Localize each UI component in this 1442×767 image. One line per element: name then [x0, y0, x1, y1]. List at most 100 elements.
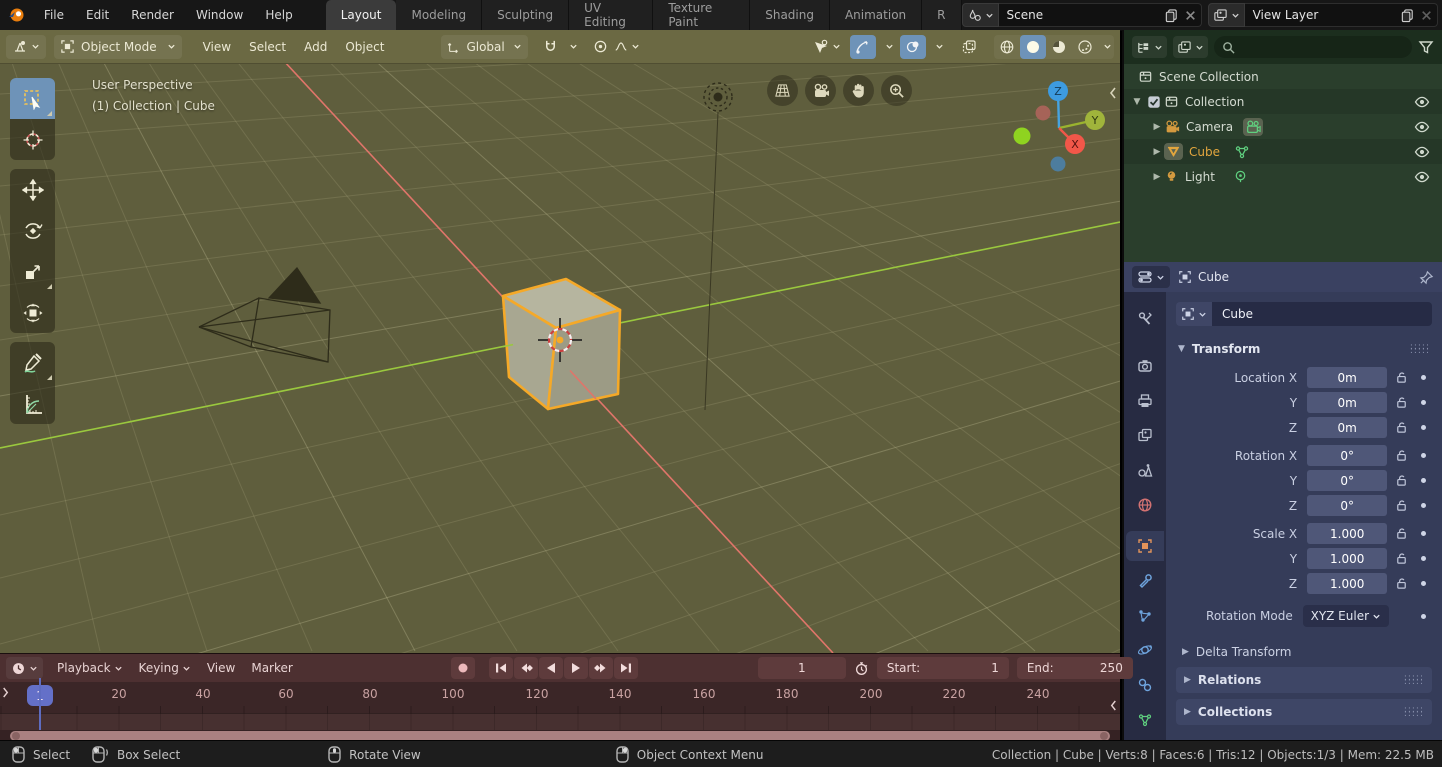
frame-end-field[interactable]: End:250 [1017, 657, 1133, 679]
overlays-settings-dropdown[interactable] [930, 35, 946, 59]
menu-playback[interactable]: Playback [49, 661, 131, 675]
playhead-line[interactable] [39, 678, 41, 730]
tab-constraints[interactable] [1128, 670, 1162, 700]
show-gizmo-toggle[interactable] [850, 35, 876, 59]
prev-keyframe-button[interactable] [514, 657, 538, 679]
xray-toggle[interactable] [956, 35, 982, 59]
gizmo-neg-y-ball[interactable] [1014, 128, 1031, 145]
cube-object[interactable] [503, 279, 620, 409]
location-y-field[interactable]: 0m [1307, 392, 1387, 413]
outliner-row-light[interactable]: ▶ Light [1124, 164, 1442, 189]
id-type-dropdown[interactable] [1176, 302, 1212, 326]
tab-modifiers[interactable] [1128, 566, 1162, 596]
viewport-3d[interactable]: Object Mode View Select Add Object Globa… [0, 30, 1120, 653]
tool-move[interactable] [10, 169, 55, 210]
delta-transform-panel[interactable]: ▶ Delta Transform [1182, 645, 1430, 659]
expand-arrow-icon[interactable]: ▼ [1130, 97, 1144, 107]
animate-dot[interactable] [1416, 614, 1432, 619]
scale-y-field[interactable]: 1.000 [1307, 548, 1387, 569]
view-layer-name-field[interactable]: View Layer [1245, 3, 1438, 27]
tab-tool[interactable] [1128, 304, 1162, 334]
animate-dot[interactable] [1415, 425, 1432, 430]
tab-object[interactable] [1126, 531, 1164, 561]
remove-view-layer-icon[interactable] [1420, 9, 1433, 22]
panel-grip-icon[interactable]: :::::::::: [1410, 345, 1430, 353]
mode-dropdown[interactable]: Object Mode [54, 35, 182, 59]
view-layer-browse-button[interactable] [1208, 3, 1245, 27]
timeline-editor-type-button[interactable] [6, 657, 43, 679]
hide-in-viewport-toggle[interactable] [1414, 169, 1430, 185]
new-scene-icon[interactable] [1164, 8, 1179, 23]
play-reverse-button[interactable] [539, 657, 563, 679]
gizmo-settings-dropdown[interactable] [880, 35, 896, 59]
menu-help[interactable]: Help [254, 0, 303, 30]
play-button[interactable] [564, 657, 588, 679]
camera-view-button[interactable] [805, 75, 836, 106]
rotation-x-field[interactable]: 0° [1307, 445, 1387, 466]
pin-id-button[interactable] [1419, 270, 1434, 285]
tab-world[interactable] [1128, 490, 1162, 520]
outliner-row-cube[interactable]: ▶ Cube [1124, 139, 1442, 164]
expand-arrow-icon[interactable]: ▶ [1150, 147, 1164, 157]
snap-settings-dropdown[interactable] [564, 35, 580, 59]
scale-x-field[interactable]: 1.000 [1307, 523, 1387, 544]
transform-orientation-dropdown[interactable]: Global [441, 35, 527, 59]
animate-dot[interactable] [1415, 531, 1432, 536]
menu-file[interactable]: File [33, 0, 75, 30]
tool-select-box[interactable] [10, 78, 55, 119]
shading-wireframe-button[interactable] [994, 35, 1020, 59]
tab-animation[interactable]: Animation [830, 0, 922, 30]
lock-icon[interactable] [1387, 577, 1415, 590]
animate-dot[interactable] [1415, 400, 1432, 405]
expand-arrow-icon[interactable]: ▶ [1150, 122, 1164, 132]
animate-dot[interactable] [1415, 503, 1432, 508]
outliner-filter-button[interactable] [1418, 39, 1434, 55]
shading-rendered-button[interactable] [1072, 35, 1098, 59]
outliner-row-camera[interactable]: ▶ Camera [1124, 114, 1442, 139]
shading-material-button[interactable] [1046, 35, 1072, 59]
visibility-dropdown[interactable] [808, 35, 846, 59]
tab-layout[interactable]: Layout [326, 0, 397, 30]
tool-annotate[interactable] [10, 342, 55, 383]
show-overlays-toggle[interactable] [900, 35, 926, 59]
transform-panel-header[interactable]: ▼ Transform :::::::::: [1178, 342, 1430, 356]
tool-scale[interactable] [10, 251, 55, 292]
tool-measure[interactable] [10, 383, 55, 424]
menu-object[interactable]: Object [336, 40, 393, 54]
relations-panel-header[interactable]: ▶ Relations :::::::::: [1176, 667, 1432, 693]
tab-render[interactable] [1128, 351, 1162, 381]
camera-data-icon[interactable] [1243, 118, 1263, 136]
timeline-collapse-arrow-right[interactable] [1109, 699, 1118, 712]
menu-view[interactable]: View [194, 40, 240, 54]
tab-rendering[interactable]: R [922, 0, 961, 30]
tab-modeling[interactable]: Modeling [396, 0, 482, 30]
tab-physics[interactable] [1128, 636, 1162, 666]
animate-dot[interactable] [1415, 556, 1432, 561]
menu-render[interactable]: Render [120, 0, 185, 30]
rotation-mode-dropdown[interactable]: XYZ Euler [1303, 605, 1389, 627]
timeline-expand-arrow-left[interactable] [1, 686, 10, 699]
outliner-row-collection[interactable]: ▼ Collection [1124, 89, 1442, 114]
tab-view-layer[interactable] [1128, 420, 1162, 450]
snap-toggle[interactable] [538, 35, 564, 59]
lock-icon[interactable] [1387, 449, 1415, 462]
tab-sculpting[interactable]: Sculpting [482, 0, 569, 30]
tab-output[interactable] [1128, 386, 1162, 416]
zoom-view-button[interactable] [881, 75, 912, 106]
mesh-data-icon[interactable] [1234, 144, 1250, 160]
tab-uv-editing[interactable]: UV Editing [569, 0, 653, 30]
use-preview-range-button[interactable] [854, 661, 869, 676]
sidebar-collapse-arrow[interactable] [1108, 86, 1118, 100]
lock-icon[interactable] [1387, 371, 1415, 384]
menu-marker[interactable]: Marker [243, 661, 300, 675]
scrollbar-zoom-handle-left[interactable] [12, 732, 20, 740]
lock-icon[interactable] [1387, 552, 1415, 565]
panel-grip-icon[interactable]: :::::::::: [1404, 708, 1424, 716]
expand-arrow-icon[interactable]: ▶ [1150, 172, 1164, 182]
tool-transform[interactable] [10, 292, 55, 333]
unlink-scene-icon[interactable] [1184, 9, 1197, 22]
scene-browse-button[interactable] [962, 3, 999, 27]
tool-rotate[interactable] [10, 210, 55, 251]
lock-icon[interactable] [1387, 396, 1415, 409]
tab-scene[interactable] [1128, 455, 1162, 485]
